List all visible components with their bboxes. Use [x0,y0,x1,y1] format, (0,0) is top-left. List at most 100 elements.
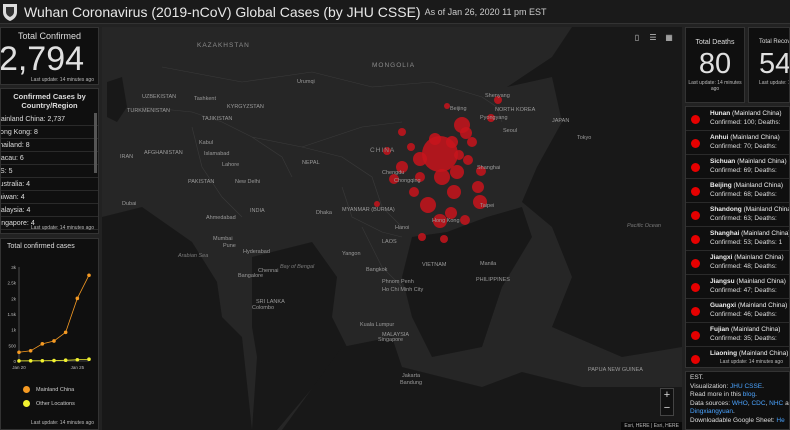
outbreak-marker[interactable] [420,197,436,213]
basemap-grid-icon[interactable]: ▦ [664,33,674,43]
country-list-item[interactable]: Thailand: 8 [1,139,98,152]
country-count: 5 [8,168,13,175]
region-list-item[interactable]: Jiangsu (Mainland China) Confirmed: 47; D… [686,275,789,299]
map-label: KYRGYZSTAN [227,104,264,110]
total-confirmed-panel: Total Confirmed 2,794 Last update: 14 mi… [0,27,99,85]
map-label: New Delhi [235,179,261,185]
outbreak-marker[interactable] [413,152,427,166]
outbreak-marker[interactable] [450,165,464,179]
region-stats: Confirmed: 63; Deaths: [710,215,777,222]
country-list-item[interactable]: Mainland China: 2,737 [0,113,98,126]
country-list-item[interactable]: US: 5 [1,165,98,178]
region-list-panel: Hunan (Mainland China) Confirmed: 100; De… [685,106,790,368]
nhc-link[interactable]: NHC [769,400,783,407]
country-count: 4 [26,207,31,214]
region-list-item[interactable]: Jiangxi (Mainland China) Confirmed: 48; D… [686,251,789,275]
region-marker-dot [691,355,700,364]
outbreak-marker[interactable] [429,133,441,145]
outbreak-marker[interactable] [447,185,461,199]
region-list-item[interactable]: Anhui (Mainland China) Confirmed: 70; Dea… [686,131,789,155]
region-marker-dot [691,163,700,172]
outbreak-marker[interactable] [446,136,458,148]
google-sheet-link[interactable]: He [776,417,784,424]
info-sheet: Downloadable Google Sheet: He [690,417,785,426]
cdc-link[interactable]: CDC [751,400,765,407]
outbreak-marker[interactable] [472,181,484,193]
region-stats: Confirmed: 100; Deaths: [710,119,781,126]
region-marker-dot [691,139,700,148]
data-point [63,330,68,335]
country-list-item[interactable]: Macau: 6 [1,152,98,165]
country-list-item[interactable]: Taiwan: 4 [1,191,98,204]
bookmark-icon[interactable]: ▯ [632,33,642,43]
outbreak-marker[interactable] [440,235,448,243]
data-point [75,296,80,301]
outbreak-marker[interactable] [398,128,406,136]
region-list-item[interactable]: Shanghai (Mainland China) Confirmed: 53; … [686,227,789,251]
region-list-item[interactable]: Sichuan (Mainland China) Confirmed: 69; D… [686,155,789,179]
data-point [52,358,56,363]
region-marker-dot [691,211,700,220]
x-tick-label: Jan 25 [71,365,85,369]
who-link[interactable]: WHO [732,400,748,407]
outbreak-marker[interactable] [460,127,472,139]
region-marker-dot [691,259,700,268]
region-stats: Confirmed: 53; Deaths: 1 [710,239,783,246]
region-list-item[interactable]: Fujian (Mainland China) Confirmed: 35; De… [686,323,789,347]
map-label: Shanghai [477,165,501,171]
map-label: NORTH KOREA [495,107,536,113]
map-label: LAOS [382,239,397,245]
region-marker-dot [691,307,700,316]
map-label: Hyderabad [243,249,270,255]
outbreak-marker[interactable] [463,155,473,165]
country-list-header: Confirmed Cases by Country/Region [13,92,86,110]
zoom-out-button[interactable]: − [661,402,673,415]
region-title: Hunan (Mainland China) [710,110,782,117]
outbreak-marker[interactable] [467,137,477,147]
list-icon[interactable]: ☰ [648,33,658,43]
blog-link[interactable]: blog [743,391,755,398]
outbreak-marker[interactable] [460,215,470,225]
y-tick-label: 0 [13,359,16,364]
jhu-csse-link[interactable]: JHU CSSE [730,383,762,390]
outbreak-marker[interactable] [454,150,464,160]
info-visualization: Visualization: JHU CSSE. [690,382,764,390]
world-map[interactable]: KAZAKHSTAN MONGOLIA Urumqi UZBEKISTAN TURKME… [102,27,682,430]
country-list: Mainland China: 2,737Hong Kong: 8Thailan… [0,113,98,230]
map-attribution: Esri, HERE | Esri, HERE [621,422,682,430]
region-title: Jiangsu (Mainland China) [710,278,786,285]
y-tick-label: 2k [11,296,17,301]
country-list-item[interactable]: Malaysia: 4 [1,204,98,217]
map-label: TAJIKISTAN [202,116,233,122]
map-label: JAPAN [552,118,570,124]
zoom-in-button[interactable]: + [661,389,673,402]
info-sources: Data sources: WHO, CDC, NHC ar [690,400,789,409]
region-marker-dot [691,283,700,292]
region-list-item[interactable]: Hunan (Mainland China) Confirmed: 100; De… [686,107,789,131]
region-list-item[interactable]: Shandong (Mainland China) Confirmed: 63; … [686,203,789,227]
map-label: Colombo [252,305,275,311]
region-title: Shanghai (Mainland China) [710,230,789,237]
country-count: 6 [19,155,24,162]
country-list-item[interactable]: Australia: 4 [1,178,98,191]
region-list-item[interactable]: Beijing (Mainland China) Confirmed: 68; D… [686,179,789,203]
dingxiangyuan-link[interactable]: Dingxiangyuan [690,408,733,415]
outbreak-marker[interactable] [407,143,415,151]
outbreak-marker[interactable] [434,169,450,185]
total-recovered-panel: Total Recovered 54 Last update: 14 minut… [748,27,790,103]
region-list-item[interactable]: Guangxi (Mainland China) Confirmed: 46; D… [686,299,789,323]
map-label: Chennai [258,268,279,274]
country-name: Mainland China: [0,116,46,123]
map-label: Yangon [342,251,361,257]
outbreak-marker[interactable] [418,233,426,241]
total-deaths-value: 80 [698,48,732,80]
outbreak-marker[interactable] [409,187,419,197]
total-confirmed-value: 2,794 [0,40,85,78]
country-list-item[interactable]: Hong Kong: 8 [1,126,98,139]
country-list-scrollbar[interactable] [94,113,97,173]
region-title: Guangxi (Mainland China) [710,302,787,309]
info-dxy: Dingxiangyuan. [690,408,735,415]
data-point [63,358,68,363]
region-country: (Mainland China) [730,134,780,141]
country-count: 4 [20,194,25,201]
